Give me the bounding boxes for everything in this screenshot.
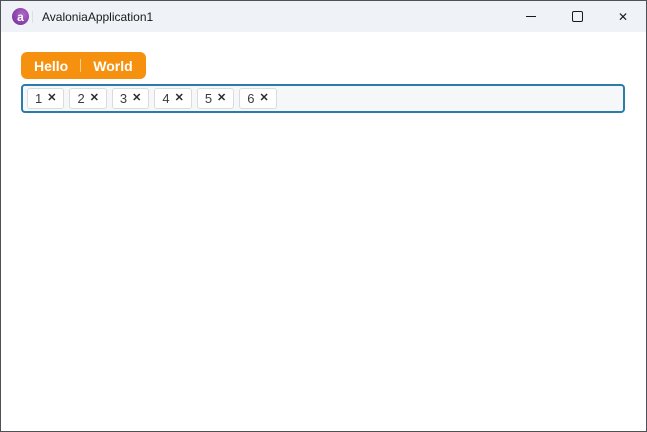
chip-close-icon[interactable]: ✕ — [132, 93, 141, 104]
tab-hello-label: Hello — [34, 57, 69, 74]
logo-divider — [32, 10, 33, 23]
maximize-icon — [571, 11, 583, 22]
chip-close-icon[interactable]: ✕ — [175, 93, 184, 104]
tab-world-label: World — [93, 57, 133, 74]
tabstrip: Hello World — [21, 52, 146, 79]
minimize-button[interactable] — [508, 1, 554, 32]
content-area: Hello World 1 ✕ 2 ✕ 3 ✕ 4 ✕ 5 ✕ 6 ✕ — [1, 32, 646, 431]
chip-1: 1 ✕ — [27, 88, 65, 109]
chip-3: 3 ✕ — [111, 88, 150, 109]
titlebar-left: a AvaloniaApplication1 — [1, 8, 153, 25]
chip-label: 3 — [119, 91, 128, 106]
close-button[interactable]: ✕ — [600, 1, 646, 32]
maximize-button[interactable] — [554, 1, 600, 32]
chip-label: 5 — [204, 91, 213, 106]
chip-6: 6 ✕ — [239, 88, 277, 109]
chip-close-icon[interactable]: ✕ — [217, 93, 226, 104]
chip-label: 4 — [162, 91, 170, 106]
app-window: a AvaloniaApplication1 ✕ Hello World 1 ✕… — [0, 0, 647, 432]
chip-close-icon[interactable]: ✕ — [47, 93, 56, 104]
close-icon: ✕ — [617, 9, 629, 24]
avalonia-logo-letter: a — [17, 9, 24, 24]
chip-close-icon[interactable]: ✕ — [90, 93, 99, 104]
chip-5: 5 ✕ — [196, 88, 235, 109]
window-title: AvaloniaApplication1 — [42, 9, 154, 24]
chip-label: 1 — [35, 91, 43, 106]
chip-4: 4 ✕ — [154, 88, 192, 109]
chip-label: 2 — [77, 91, 85, 106]
tab-world[interactable]: World — [81, 52, 144, 79]
chip-label: 6 — [247, 91, 255, 106]
minimize-icon — [526, 16, 536, 17]
window-controls: ✕ — [508, 1, 646, 32]
chip-2: 2 ✕ — [69, 88, 107, 109]
avalonia-logo-icon: a — [12, 8, 29, 25]
chip-close-icon[interactable]: ✕ — [260, 93, 269, 104]
chip-input[interactable]: 1 ✕ 2 ✕ 3 ✕ 4 ✕ 5 ✕ 6 ✕ — [21, 84, 625, 113]
tab-hello[interactable]: Hello — [22, 52, 80, 79]
titlebar: a AvaloniaApplication1 ✕ — [1, 1, 646, 32]
